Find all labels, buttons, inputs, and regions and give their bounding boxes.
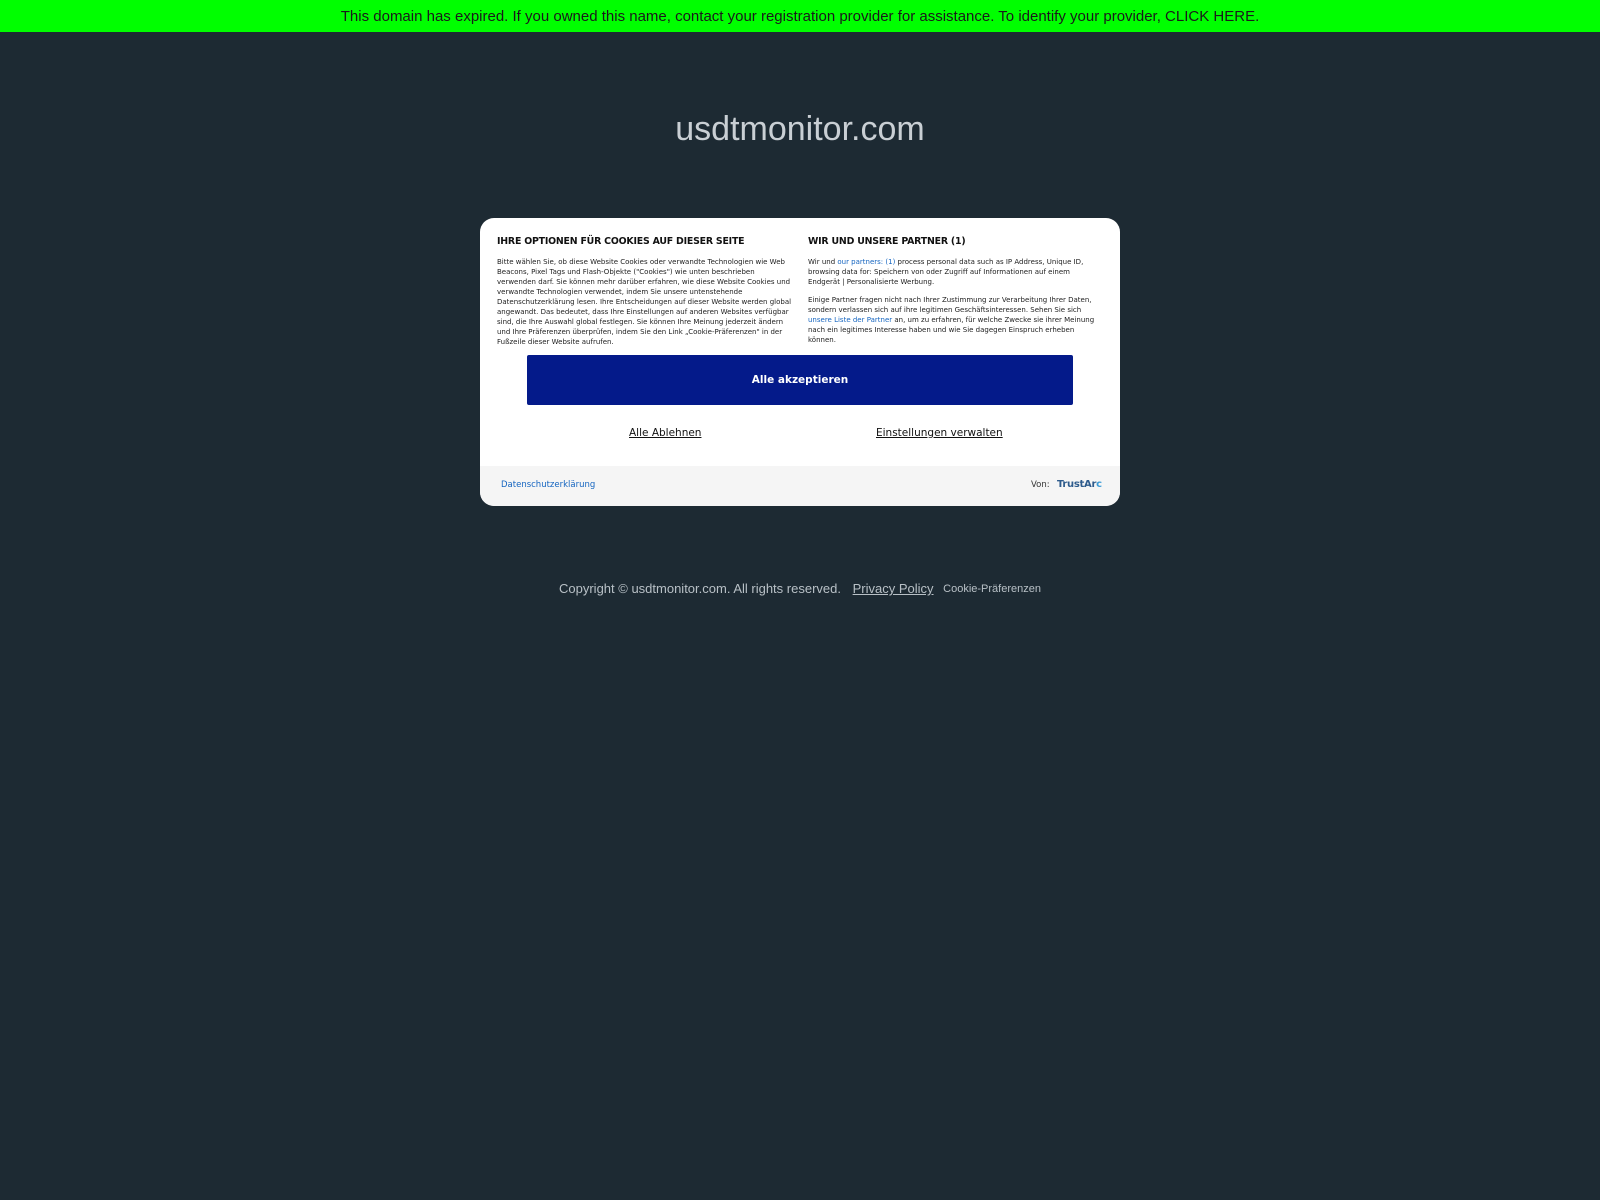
partners-text-1: Wir und our partners: (1) process person… xyxy=(808,257,1104,287)
domain-title: usdtmonitor.com xyxy=(675,110,925,148)
modal-footer: Datenschutzerklärung Von: TrustArc xyxy=(480,466,1120,506)
trustarc-logo[interactable]: TrustArc xyxy=(1057,479,1102,490)
cookie-options-heading: IHRE OPTIONEN FÜR COOKIES AUF DIESER SEI… xyxy=(497,236,745,247)
partners-text-1-pre: Wir und xyxy=(808,258,838,266)
copyright-text: Copyright © usdtmonitor.com. All rights … xyxy=(559,581,841,597)
partner-list-link[interactable]: unsere Liste der Partner xyxy=(808,316,892,324)
partners-text-2: Einige Partner fragen nicht nach Ihrer Z… xyxy=(808,295,1104,345)
manage-settings-button[interactable]: Einstellungen verwalten xyxy=(876,427,1003,439)
powered-by-label: Von: xyxy=(1031,480,1050,490)
page-footer: Copyright © usdtmonitor.com. All rights … xyxy=(0,580,1600,596)
cookie-options-section: IHRE OPTIONEN FÜR COOKIES AUF DIESER SEI… xyxy=(497,236,793,355)
privacy-statement-link[interactable]: Datenschutzerklärung xyxy=(501,480,595,490)
privacy-policy-link[interactable]: Privacy Policy xyxy=(853,581,934,596)
reject-all-button[interactable]: Alle Ablehnen xyxy=(629,427,701,439)
partners-section: WIR UND UNSERE PARTNER (1) Wir und our p… xyxy=(808,236,1104,353)
cookie-consent-modal: IHRE OPTIONEN FÜR COOKIES AUF DIESER SEI… xyxy=(480,218,1120,506)
cookie-options-text: Bitte wählen Sie, ob diese Website Cooki… xyxy=(497,258,792,346)
partners-text-2-pre: Einige Partner fragen nicht nach Ihrer Z… xyxy=(808,296,1092,314)
partners-heading: WIR UND UNSERE PARTNER (1) xyxy=(808,236,966,247)
accept-all-button[interactable]: Alle akzeptieren xyxy=(527,355,1073,405)
trustarc-logo-accent: c xyxy=(1096,479,1102,490)
our-partners-link[interactable]: our partners: (1) xyxy=(837,258,895,266)
trustarc-logo-main: TrustAr xyxy=(1057,479,1097,490)
cookie-preferences-link[interactable]: Cookie-Präferenzen xyxy=(943,583,1041,595)
domain-expired-banner[interactable]: This domain has expired. If you owned th… xyxy=(0,0,1600,32)
